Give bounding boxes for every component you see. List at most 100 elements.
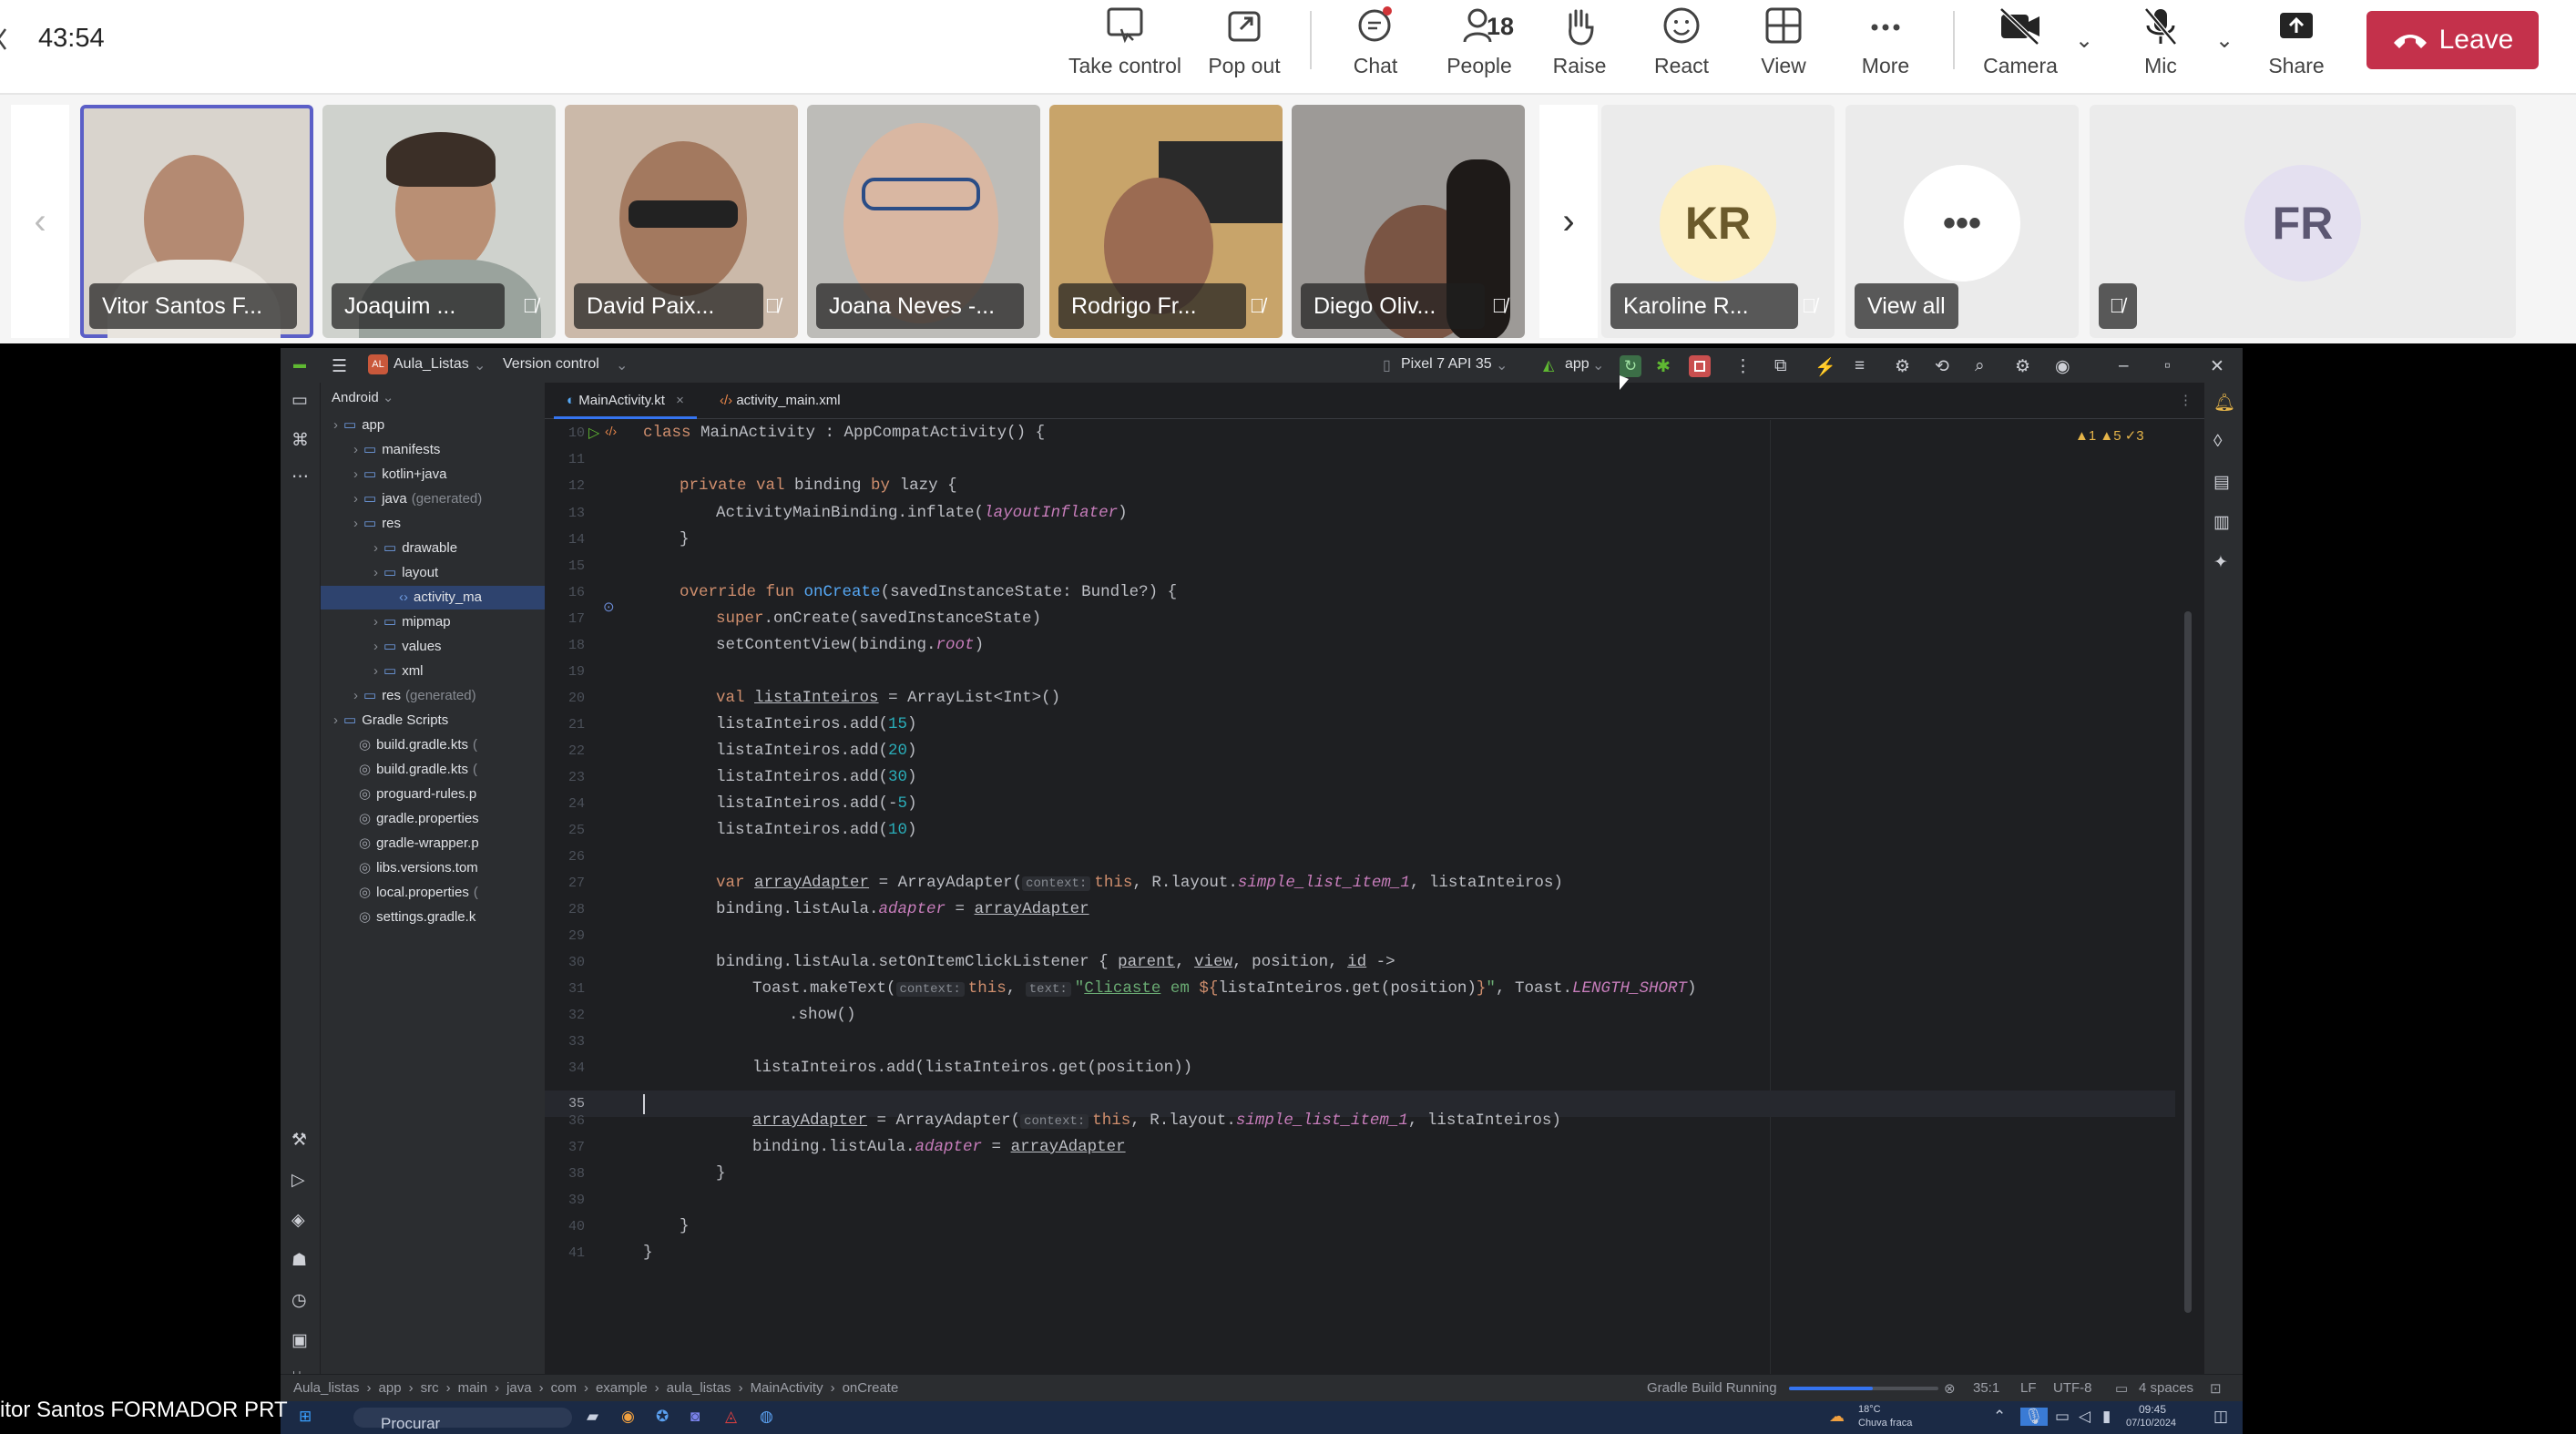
rerun-icon[interactable]: ↻ [1620,355,1641,377]
code-editor[interactable]: 10 11 12 13 14 15 16 17 18 19 20 21 22 23 24 25 26 27 28 29… [545,420,2204,1394]
breadcrumb-item[interactable]: src [421,1380,439,1396]
participant-tile[interactable]: FR 🎙̸ [2090,105,2516,338]
breadcrumb-item[interactable]: aula_listas [667,1380,731,1396]
notification-icon[interactable]: ◫ [2213,1408,2228,1426]
pop-out-button[interactable]: Pop out [1201,0,1288,95]
apply-changes-icon[interactable]: ⚡ [1814,356,1836,378]
running-devices-panel-icon[interactable]: ▥ [2213,512,2230,533]
tree-expand-chevron-icon[interactable]: › [373,639,378,654]
tree-item[interactable]: ◎ local.properties ( [353,881,478,905]
people-button[interactable]: 18 People [1436,0,1523,95]
tree-item[interactable]: › ▭ values [373,635,442,659]
battery-icon[interactable]: ▮ [2102,1408,2111,1426]
terminal-icon[interactable]: ▣ [291,1330,308,1351]
minimize-icon[interactable]: – [2119,356,2129,376]
leave-button[interactable]: Leave [2366,11,2539,69]
tree-expand-chevron-icon[interactable]: › [373,565,378,580]
debug-icon[interactable]: ✱ [1656,356,1671,377]
tree-item[interactable]: › ▭ layout [373,561,438,585]
tree-item[interactable]: ◎ build.gradle.kts( [353,758,477,782]
run-config-selector[interactable]: app [1565,356,1590,373]
breadcrumb-item[interactable]: MainActivity [751,1380,823,1396]
network-icon[interactable]: ▭ [2055,1408,2070,1426]
tree-item[interactable]: ‹› activity_ma [321,586,545,609]
tree-item[interactable]: ◎ proguard-rules.p [353,783,476,806]
store-icon[interactable]: ✪ [656,1408,669,1426]
more-actions-icon[interactable]: ⋮ [1734,356,1752,377]
breadcrumb-item[interactable]: app [379,1380,402,1396]
indent-setting[interactable]: 4 spaces [2139,1380,2193,1396]
tree-expand-chevron-icon[interactable]: › [333,417,338,433]
profiler-icon[interactable]: ◷ [291,1290,307,1311]
running-devices-icon[interactable]: ⟲ [1935,356,1949,377]
file-encoding[interactable]: UTF-8 [2053,1380,2092,1396]
more-tools-icon[interactable]: ⋯ [291,466,309,487]
breadcrumb[interactable]: Aula_listas › app › src › main › java › com › exampl… [293,1380,898,1396]
breadcrumb-item[interactable]: main [458,1380,488,1396]
tree-item[interactable]: ◎ build.gradle.kts( [353,733,477,757]
breadcrumb-item[interactable]: com [551,1380,577,1396]
editor-options-icon[interactable]: ⋮ [2166,383,2205,419]
tree-expand-chevron-icon[interactable]: › [373,540,378,556]
stop-icon[interactable] [1689,355,1711,377]
close-tab-icon[interactable]: × [676,393,684,408]
raise-hand-button[interactable]: Raise [1543,0,1616,95]
tree-item[interactable]: › ▭ kotlin+java [353,463,446,487]
tree-expand-chevron-icon[interactable]: › [373,663,378,679]
gemini-icon[interactable]: ✦ [2213,552,2228,573]
mic-tray-icon[interactable]: 🎙︎ [2020,1408,2048,1426]
tree-expand-chevron-icon[interactable]: › [353,466,358,482]
line-separator[interactable]: LF [2020,1380,2037,1396]
firefox-icon[interactable]: ◉ [621,1408,635,1426]
run-icon[interactable]: ▷ [291,1170,305,1191]
cancel-build-icon[interactable]: ⊗ [1944,1380,1956,1397]
tree-item[interactable]: › ▭ app [333,414,384,437]
participant-tile[interactable]: KR Karoline R... 🎙̸ [1601,105,1835,338]
inspections-widget[interactable]: ▲1 ▲5 ✓3 [2075,427,2144,444]
tab-mainactivity[interactable]: ◐ MainActivity.kt × [554,383,697,419]
participant-tile[interactable]: Vitor Santos F... [80,105,313,338]
tree-expand-chevron-icon[interactable]: › [353,442,358,457]
tree-expand-chevron-icon[interactable]: › [373,614,378,630]
participant-tile[interactable]: Rodrigo Fr... 🎙̸ [1049,105,1283,338]
tab-activity-main-xml[interactable]: ‹/› activity_main.xml [707,383,854,419]
tree-item[interactable]: › ▭ manifests [353,438,440,462]
main-menu-icon[interactable]: ☰ [332,356,347,377]
vertical-scrollbar[interactable] [2184,611,2192,1313]
prev-participants-button[interactable]: ‹ [11,105,69,338]
device-manager-icon[interactable]: ⚙ [1895,356,1910,377]
acrobat-icon[interactable]: ◬ [725,1408,737,1426]
caret-position[interactable]: 35:1 [1973,1380,1999,1396]
resource-manager-icon[interactable]: ⌘ [291,430,309,451]
lock-icon[interactable]: ⊡ [2210,1380,2222,1397]
tree-item[interactable]: ◎ gradle.properties [353,807,479,831]
file-explorer-icon[interactable]: ▰ [587,1408,598,1426]
tree-expand-chevron-icon[interactable]: › [353,491,358,507]
tree-expand-chevron-icon[interactable]: › [353,516,358,531]
close-icon[interactable]: ✕ [2210,356,2224,377]
logcat-icon[interactable]: ☗ [291,1250,307,1271]
build-status[interactable]: Gradle Build Running [1647,1380,1777,1396]
more-button[interactable]: More [1849,0,1922,95]
tree-item[interactable]: › ▭ res (generated) [353,684,476,708]
chat-button[interactable]: Chat [1339,0,1412,95]
camera-button[interactable]: Camera [1975,0,2066,95]
layout-inspector-icon[interactable]: ⧉ [1774,356,1787,376]
device-file-explorer-icon[interactable]: ▤ [2213,472,2230,493]
mic-options-chevron-icon[interactable]: ⌄ [2215,27,2234,54]
participant-tile[interactable]: Joaquim ... 🎙̸ [322,105,556,338]
search-icon[interactable]: ⌕ [1975,356,1985,376]
tree-item[interactable]: ◎ gradle-wrapper.p [353,832,479,855]
tree-expand-chevron-icon[interactable]: › [333,712,338,728]
camera-options-chevron-icon[interactable]: ⌄ [2075,27,2093,54]
taskbar-search[interactable]: Procurar [353,1408,572,1432]
participant-tile[interactable]: Joana Neves -... [807,105,1040,338]
breadcrumb-item[interactable]: example [596,1380,648,1396]
settings-gear-icon[interactable]: ⚙ [2015,356,2030,377]
tree-item[interactable]: › ▭ xml [373,660,424,683]
view-button[interactable]: View [1747,0,1820,95]
tree-item[interactable]: ◎ libs.versions.tom [353,856,478,880]
view-all-button[interactable]: View all [1855,283,1958,329]
breadcrumb-item[interactable]: onCreate [843,1380,899,1396]
next-participants-button[interactable]: › [1539,105,1598,338]
